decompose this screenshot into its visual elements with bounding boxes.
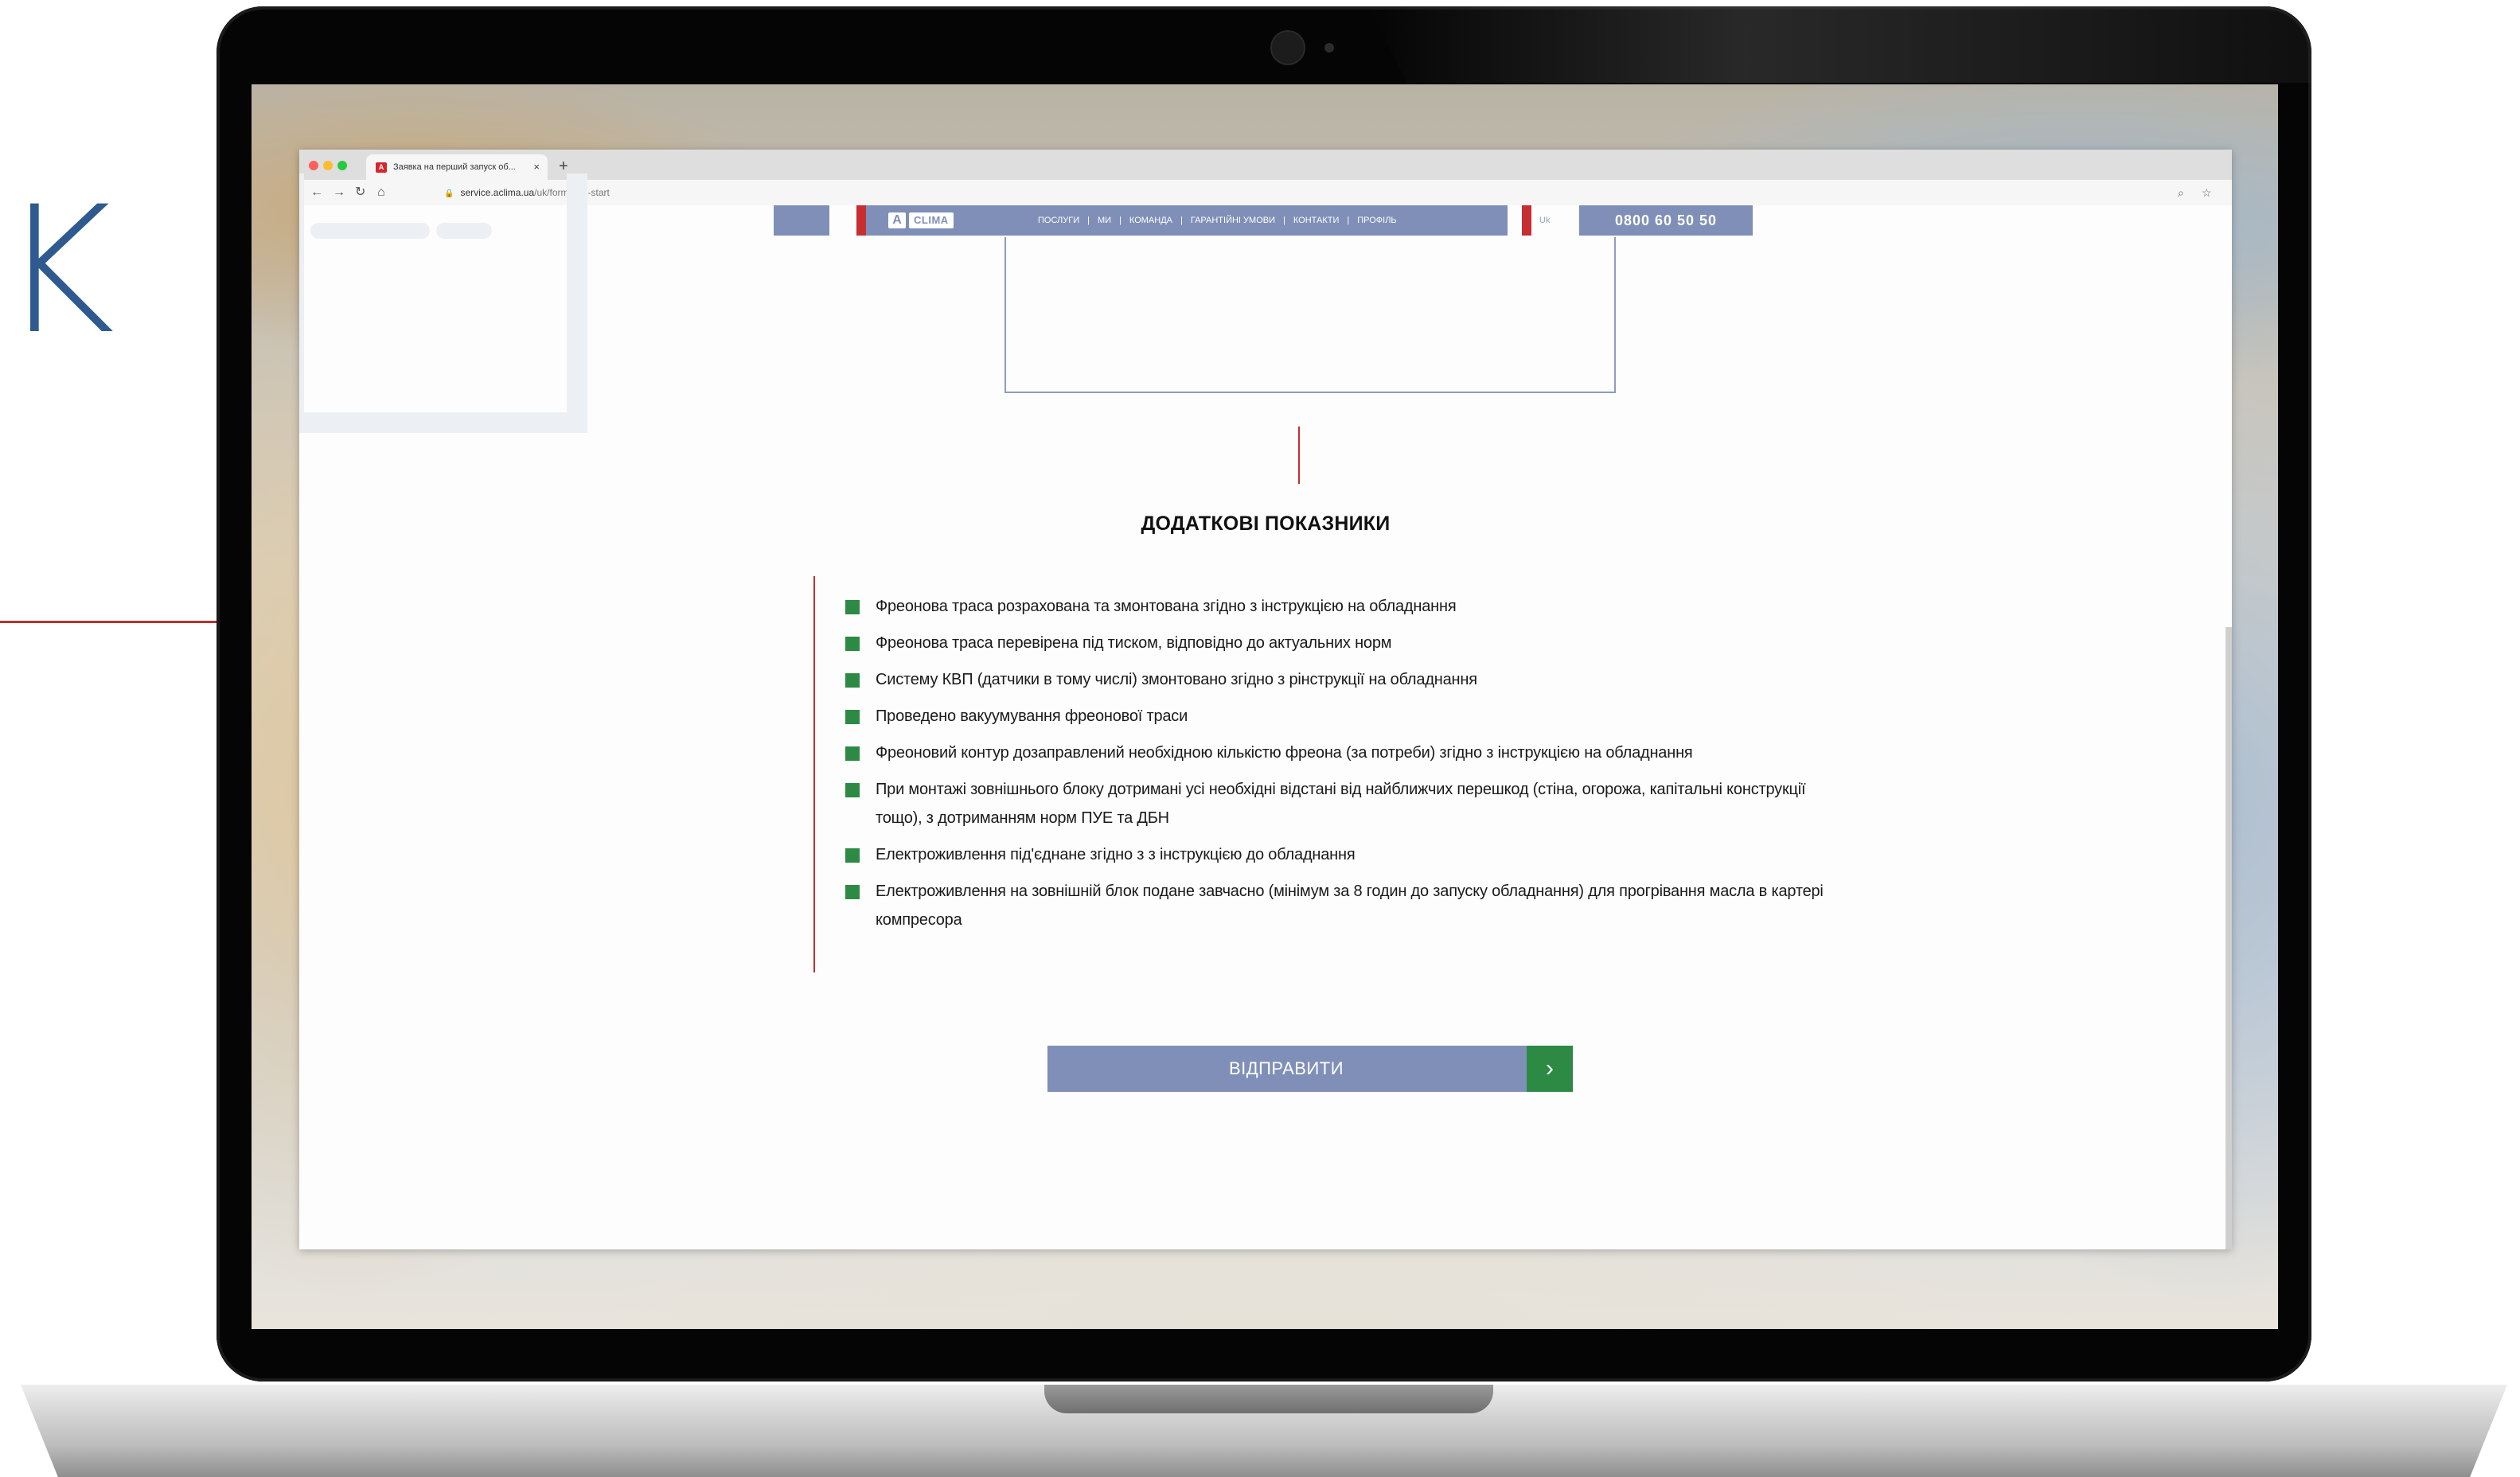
page-scrollbar[interactable] xyxy=(2225,627,2232,1249)
nav-item-team[interactable]: КОМАНДА xyxy=(1129,216,1172,225)
list-item[interactable]: Систему КВП (датчики в тому числі) змонт… xyxy=(845,665,1832,694)
checkbox-icon[interactable] xyxy=(845,848,860,863)
section-title: ДОДАТКОВІ ПОКАЗНИКИ xyxy=(1141,512,1391,535)
list-item[interactable]: Фреоновий контур дозаправлений необхідно… xyxy=(845,738,1832,767)
nav-item-services[interactable]: ПОСЛУГИ xyxy=(1038,216,1079,225)
site-navbar: A CLIMA ПОСЛУГИ | МИ | КОМАНДА | ГАРАНТІ… xyxy=(866,205,1508,236)
checkbox-icon[interactable] xyxy=(845,673,860,688)
browser-window: A Заявка на перший запуск об... × + ← → … xyxy=(299,150,2232,1249)
nav-links: ПОСЛУГИ | МИ | КОМАНДА | ГАРАНТІЙНІ УМОВ… xyxy=(1038,216,1397,225)
nav-item-contacts[interactable]: КОНТАКТИ xyxy=(1293,216,1340,225)
watermark-document-icon xyxy=(299,173,587,433)
side-letter: K xyxy=(0,169,115,372)
checkbox-icon[interactable] xyxy=(845,783,860,797)
logo-text: CLIMA xyxy=(909,212,954,228)
section-divider-line xyxy=(1298,427,1300,484)
language-switch[interactable]: Uk xyxy=(1539,205,1550,236)
list-item[interactable]: Проведено вакуумування фреонової траси xyxy=(845,702,1832,731)
header-left-block xyxy=(774,205,829,236)
list-item[interactable]: Фреонова траса розрахована та змонтована… xyxy=(845,592,1832,621)
zoom-icon[interactable]: ⌕ xyxy=(2178,180,2184,205)
site-favicon-icon: A xyxy=(376,162,387,173)
submit-button[interactable]: ВІДПРАВИТИ › xyxy=(1047,1046,1573,1092)
checkbox-icon[interactable] xyxy=(845,710,860,724)
maximize-window-icon[interactable] xyxy=(337,161,347,170)
bookmark-star-icon[interactable]: ☆ xyxy=(2202,180,2212,205)
nav-item-about[interactable]: МИ xyxy=(1098,216,1111,225)
page-content: A CLIMA ПОСЛУГИ | МИ | КОМАНДА | ГАРАНТІ… xyxy=(299,173,2232,1249)
chevron-right-icon: › xyxy=(1527,1046,1573,1092)
site-logo[interactable]: A CLIMA xyxy=(888,212,954,229)
list-accent-rule xyxy=(813,576,815,972)
list-item[interactable]: При монтажі зовнішнього блоку дотримані … xyxy=(845,775,1832,832)
header-accent-bar xyxy=(856,205,866,236)
list-item[interactable]: Електроживлення на зовнішній блок подане… xyxy=(845,877,1832,934)
checkbox-icon[interactable] xyxy=(845,637,860,651)
camera-sensor xyxy=(1324,43,1334,53)
submit-label: ВІДПРАВИТИ xyxy=(1228,1058,1344,1078)
checkbox-icon[interactable] xyxy=(845,885,860,899)
laptop-notch xyxy=(1044,1385,1493,1413)
nav-item-warranty[interactable]: ГАРАНТІЙНІ УМОВИ xyxy=(1191,216,1275,225)
tab-bar: A Заявка на перший запуск об... × + xyxy=(299,150,2232,180)
checkbox-icon[interactable] xyxy=(845,746,860,761)
nav-item-profile[interactable]: ПРОФІЛЬ xyxy=(1357,216,1396,225)
logo-mark: A xyxy=(888,212,906,228)
checklist: Фреонова траса розрахована та змонтована… xyxy=(845,592,1832,942)
phone-number[interactable]: 0800 60 50 50 xyxy=(1579,205,1753,236)
list-item[interactable]: Фреонова траса перевірена під тиском, ві… xyxy=(845,629,1832,657)
bezel-shine xyxy=(1369,6,2311,83)
form-field-box xyxy=(1004,237,1616,393)
checkbox-icon[interactable] xyxy=(845,600,860,614)
header-accent-bar-2 xyxy=(1522,205,1531,236)
minimize-window-icon[interactable] xyxy=(323,161,333,170)
camera-icon xyxy=(1270,30,1305,65)
address-bar: ← → ↻ ⌂ 🔒 service.aclima.ua/uk/form-one-s… xyxy=(299,180,2232,206)
close-window-icon[interactable] xyxy=(309,161,318,170)
list-item[interactable]: Електроживлення під'єднане згідно з з ін… xyxy=(845,840,1832,869)
